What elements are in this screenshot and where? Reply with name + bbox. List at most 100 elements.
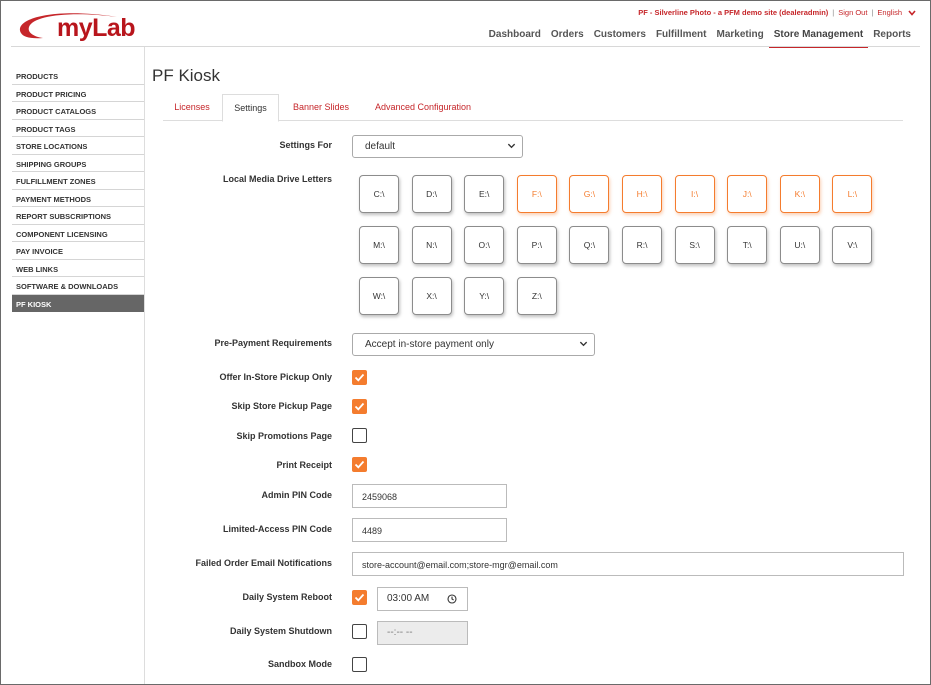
- drive-letters-label: Local Media Drive Letters: [222, 174, 332, 184]
- page-title: PF Kiosk: [152, 66, 221, 85]
- nav-store-management[interactable]: Store Management: [768, 28, 869, 48]
- language-label: English: [877, 8, 902, 17]
- settings-for-label: Settings For: [279, 140, 332, 150]
- tab-advanced-configuration[interactable]: Advanced Configuration: [363, 94, 483, 121]
- drive-button-m[interactable]: M:\: [359, 226, 399, 264]
- sidebar-item-component-licensing[interactable]: COMPONENT LICENSING: [12, 225, 144, 242]
- drive-button-t[interactable]: T:\: [727, 226, 768, 264]
- sandbox-mode-checkbox[interactable]: [352, 657, 367, 672]
- tab-bar: Licenses Settings Banner Slides Advanced…: [163, 94, 903, 122]
- failed-email-input[interactable]: store-account@email.com;store-mgr@email.…: [352, 552, 904, 576]
- sidebar-item-pf-kiosk[interactable]: PF KIOSK: [12, 294, 144, 312]
- drive-button-h[interactable]: H:\: [622, 175, 662, 213]
- admin-pin-label: Admin PIN Code: [261, 490, 332, 500]
- skip-promotions-label: Skip Promotions Page: [236, 431, 332, 441]
- daily-shutdown-checkbox[interactable]: [352, 624, 367, 639]
- separator: |: [832, 8, 835, 17]
- drive-button-x[interactable]: X:\: [411, 277, 452, 315]
- drive-button-w[interactable]: W:\: [359, 277, 399, 315]
- drive-button-e[interactable]: E:\: [464, 175, 505, 213]
- daily-reboot-time-input[interactable]: 03:00 AM: [377, 587, 468, 611]
- print-receipt-label: Print Receipt: [276, 460, 332, 470]
- sandbox-mode-label: Sandbox Mode: [267, 659, 332, 669]
- drive-button-n[interactable]: N:\: [411, 226, 452, 264]
- separator: |: [871, 8, 874, 17]
- chevron-down-icon: [507, 143, 516, 149]
- sidebar: PRODUCTS PRODUCT PRICING PRODUCT CATALOG…: [12, 67, 144, 312]
- checkmark-icon: [354, 373, 365, 382]
- offer-pickup-checkbox[interactable]: [352, 370, 367, 385]
- tab-licenses[interactable]: Licenses: [163, 94, 221, 121]
- drive-button-d[interactable]: D:\: [411, 175, 452, 213]
- checkmark-icon: [354, 402, 365, 411]
- nav-marketing[interactable]: Marketing: [712, 28, 769, 48]
- settings-for-select[interactable]: default: [352, 135, 523, 158]
- drive-button-p[interactable]: P:\: [516, 226, 557, 264]
- nav-orders[interactable]: Orders: [546, 28, 589, 48]
- sidebar-item-software-downloads[interactable]: SOFTWARE & DOWNLOADS: [12, 277, 144, 295]
- sidebar-item-products[interactable]: PRODUCTS: [12, 67, 144, 85]
- admin-pin-input[interactable]: 2459068: [352, 484, 507, 508]
- app-window: myLab PF - Silverline Photo - a PFM demo…: [0, 0, 931, 685]
- print-receipt-checkbox[interactable]: [352, 457, 367, 472]
- clock-icon[interactable]: [447, 594, 457, 604]
- drive-button-s[interactable]: S:\: [674, 226, 715, 264]
- tab-banner-slides[interactable]: Banner Slides: [280, 94, 362, 121]
- chevron-down-icon: [579, 341, 588, 347]
- drive-button-f[interactable]: F:\: [516, 175, 557, 213]
- sidebar-item-product-catalogs[interactable]: PRODUCT CATALOGS: [12, 102, 144, 120]
- drive-button-q[interactable]: Q:\: [569, 226, 610, 264]
- drive-button-i[interactable]: I:\: [674, 175, 715, 213]
- skip-pickup-page-label: Skip Store Pickup Page: [231, 401, 332, 411]
- skip-pickup-page-checkbox[interactable]: [352, 399, 367, 414]
- pre-payment-value: Accept in-store payment only: [365, 339, 494, 350]
- failed-email-label: Failed Order Email Notifications: [195, 558, 332, 568]
- nav-fulfillment[interactable]: Fulfillment: [651, 28, 712, 48]
- sign-out-link[interactable]: Sign Out: [838, 8, 867, 17]
- drive-button-z[interactable]: Z:\: [516, 277, 557, 315]
- nav-reports[interactable]: Reports: [868, 28, 916, 48]
- drive-button-j[interactable]: J:\: [727, 175, 768, 213]
- sidebar-item-product-tags[interactable]: PRODUCT TAGS: [12, 120, 144, 137]
- drive-button-u[interactable]: U:\: [779, 226, 820, 264]
- daily-shutdown-time-input: --:-- --: [377, 621, 468, 645]
- nav-customers[interactable]: Customers: [589, 28, 651, 48]
- header-divider: [11, 46, 920, 47]
- logo-text: myLab: [57, 14, 136, 42]
- main-nav: Dashboard Orders Customers Fulfillment M…: [484, 28, 916, 48]
- sidebar-item-shipping-groups[interactable]: SHIPPING GROUPS: [12, 155, 144, 172]
- sidebar-item-product-pricing[interactable]: PRODUCT PRICING: [12, 85, 144, 102]
- drive-button-r[interactable]: R:\: [622, 226, 662, 264]
- drive-button-v[interactable]: V:\: [832, 226, 873, 264]
- limited-pin-label: Limited-Access PIN Code: [222, 524, 332, 534]
- sidebar-item-pay-invoice[interactable]: PAY INVOICE: [12, 242, 144, 260]
- offer-pickup-label: Offer In-Store Pickup Only: [219, 372, 332, 382]
- drive-button-l[interactable]: L:\: [832, 175, 873, 213]
- sidebar-item-web-links[interactable]: WEB LINKS: [12, 260, 144, 277]
- drive-button-k[interactable]: K:\: [779, 175, 820, 213]
- drive-button-o[interactable]: O:\: [464, 226, 505, 264]
- drive-button-g[interactable]: G:\: [569, 175, 610, 213]
- chevron-down-icon: [908, 9, 916, 16]
- limited-pin-input[interactable]: 4489: [352, 518, 507, 542]
- daily-reboot-time-value: 03:00 AM: [387, 593, 430, 604]
- pre-payment-label: Pre-Payment Requirements: [214, 338, 332, 348]
- pre-payment-select[interactable]: Accept in-store payment only: [352, 333, 595, 356]
- sidebar-item-report-subscriptions[interactable]: REPORT SUBSCRIPTIONS: [12, 207, 144, 225]
- tab-settings[interactable]: Settings: [222, 94, 279, 122]
- utility-bar: PF - Silverline Photo - a PFM demo site …: [638, 8, 916, 17]
- drive-button-y[interactable]: Y:\: [464, 277, 505, 315]
- daily-reboot-label: Daily System Reboot: [242, 592, 332, 602]
- daily-shutdown-label: Daily System Shutdown: [229, 626, 332, 636]
- sidebar-item-payment-methods[interactable]: PAYMENT METHODS: [12, 190, 144, 207]
- nav-dashboard[interactable]: Dashboard: [484, 28, 546, 48]
- mylab-logo[interactable]: myLab: [13, 7, 136, 45]
- site-selector-link[interactable]: PF - Silverline Photo - a PFM demo site …: [638, 8, 828, 17]
- drive-button-c[interactable]: C:\: [359, 175, 399, 213]
- language-selector[interactable]: English: [877, 8, 916, 17]
- settings-for-value: default: [365, 141, 396, 152]
- checkmark-icon: [354, 460, 365, 469]
- daily-reboot-checkbox[interactable]: [352, 590, 367, 605]
- checkmark-icon: [354, 593, 365, 602]
- skip-promotions-checkbox[interactable]: [352, 428, 367, 443]
